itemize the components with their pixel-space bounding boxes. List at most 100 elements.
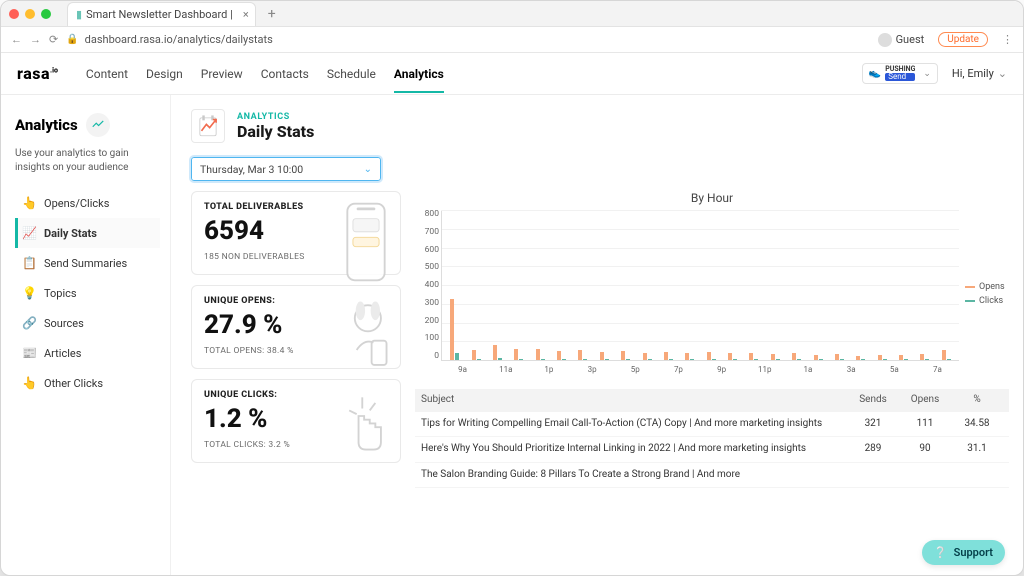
cell-sends: 321 [847,418,899,431]
main-content: ANALYTICS Daily Stats Thursday, Mar 3 10… [171,95,1023,575]
traffic-light-zoom[interactable] [41,9,51,19]
col-opens: Opens [899,394,951,407]
bar-7p [658,211,679,360]
sidebar-item-icon: 💡 [22,286,36,300]
chevron-down-icon: ⌄ [998,67,1007,80]
nav-reload-icon[interactable]: ⟳ [49,33,58,46]
bar-12p [508,211,529,360]
table-row[interactable]: The Salon Branding Guide: 8 Pillars To C… [415,463,1009,489]
nav-forward-icon[interactable]: → [30,33,41,46]
col-pct: % [951,394,1003,407]
sidebar-item-label: Other Clicks [44,377,103,390]
table-row[interactable]: Here's Why You Should Prioritize Interna… [415,437,1009,463]
nav-preview[interactable]: Preview [201,55,243,93]
lock-icon: 🔒 [66,34,78,45]
page-icon [191,109,225,143]
bar-12a [765,211,786,360]
bar-4p [594,211,615,360]
new-tab-button[interactable]: + [268,6,276,22]
sidebar-subtitle: Use your analytics to gain insights on y… [15,147,160,174]
bar-7a [914,211,935,360]
bar-8p [679,211,700,360]
stat-card-opens: UNIQUE OPENS: 27.9 % TOTAL OPENS: 38.4 % [191,285,401,369]
user-greeting: Hi, Emily [952,67,994,80]
cell-opens: 111 [899,418,951,431]
legend-clicks: Clicks [965,296,1009,306]
cell-opens: 90 [899,443,951,456]
sidebar-title: Analytics [15,113,160,137]
update-button[interactable]: Update [938,32,988,47]
logo[interactable]: rasa.io [17,64,58,83]
bar-1p [530,211,551,360]
cell-pct [951,469,1003,482]
org-switcher[interactable]: 👟 PUSHING Send ⌄ [862,63,938,84]
page-title: Daily Stats [237,122,314,141]
analytics-icon [86,113,110,137]
bar-9a [444,211,465,360]
cell-subject: Here's Why You Should Prioritize Interna… [421,443,847,456]
bar-11a [487,211,508,360]
sidebar-item-label: Sources [44,317,84,330]
window-titlebar: ▮ Smart Newsletter Dashboard | × + [1,1,1023,27]
table-row[interactable]: Tips for Writing Compelling Email Call-T… [415,412,1009,438]
bar-11p [743,211,764,360]
tab-title: Smart Newsletter Dashboard | [86,8,233,21]
nav-design[interactable]: Design [146,55,183,93]
sidebar-item-send-summaries[interactable]: 📋Send Summaries [15,248,160,278]
bar-2a [807,211,828,360]
sidebar-item-opens-clicks[interactable]: 👆Opens/Clicks [15,188,160,218]
profile-chip[interactable]: Guest [878,33,925,47]
browser-toolbar: ← → ⟳ 🔒 dashboard.rasa.io/analytics/dail… [1,27,1023,53]
sidebar-item-label: Daily Stats [44,227,97,240]
phone-illustration-icon [338,200,394,284]
app-header: rasa.io Content Design Preview Contacts Sche… [1,53,1023,95]
cell-pct: 31.1 [951,443,1003,456]
stat-card-clicks: UNIQUE CLICKS: 1.2 % TOTAL CLICKS: 3.2 % [191,379,401,463]
bar-8a [936,211,957,360]
chart-legend: Opens Clicks [959,209,1009,379]
bar-2p [551,211,572,360]
chevron-down-icon: ⌄ [923,69,931,79]
traffic-light-minimize[interactable] [25,9,35,19]
sidebar-item-articles[interactable]: 📰Articles [15,338,160,368]
nav-contacts[interactable]: Contacts [261,55,309,93]
table-header: Subject Sends Opens % [415,389,1009,412]
sidebar: Analytics Use your analytics to gain ins… [1,95,171,575]
legend-opens: Opens [965,282,1009,292]
cell-sends: 289 [847,443,899,456]
sidebar-item-topics[interactable]: 💡Topics [15,278,160,308]
date-select[interactable]: Thursday, Mar 3 10:00 ⌄ [191,157,381,181]
chart-title: By Hour [415,191,1009,205]
nav-schedule[interactable]: Schedule [327,55,376,93]
support-button[interactable]: ❔ Support [922,540,1005,565]
traffic-light-close[interactable] [9,9,19,19]
bar-10a [465,211,486,360]
browser-menu-icon[interactable]: ⋮ [1002,33,1013,46]
sidebar-item-icon: 📋 [22,256,36,270]
sidebar-item-sources[interactable]: 🔗Sources [15,308,160,338]
sidebar-item-label: Opens/Clicks [44,197,109,210]
nav-back-icon[interactable]: ← [11,33,22,46]
support-label: Support [954,546,993,559]
sidebar-item-other-clicks[interactable]: 👆Other Clicks [15,368,160,398]
user-menu[interactable]: Hi, Emily ⌄ [952,67,1007,80]
bar-4a [850,211,871,360]
pointer-illustration-icon [338,388,394,472]
cell-subject: The Salon Branding Guide: 8 Pillars To C… [421,469,847,482]
cell-pct: 34.58 [951,418,1003,431]
chevron-down-icon: ⌄ [364,164,372,175]
bar-10p [722,211,743,360]
cell-opens [899,469,951,482]
breadcrumb: ANALYTICS [237,112,314,122]
tab-close-icon[interactable]: × [243,8,249,21]
bar-6a [893,211,914,360]
bar-1a [786,211,807,360]
main-nav: Content Design Preview Contacts Schedule Anal… [86,55,444,93]
browser-tab[interactable]: ▮ Smart Newsletter Dashboard | × [67,2,256,26]
nav-analytics[interactable]: Analytics [394,55,444,93]
address-bar[interactable]: 🔒 dashboard.rasa.io/analytics/dailystats [66,33,869,46]
sidebar-item-daily-stats[interactable]: 📈Daily Stats [15,218,160,248]
profile-label: Guest [896,33,925,46]
person-phone-illustration-icon [338,294,394,378]
nav-content[interactable]: Content [86,55,128,93]
